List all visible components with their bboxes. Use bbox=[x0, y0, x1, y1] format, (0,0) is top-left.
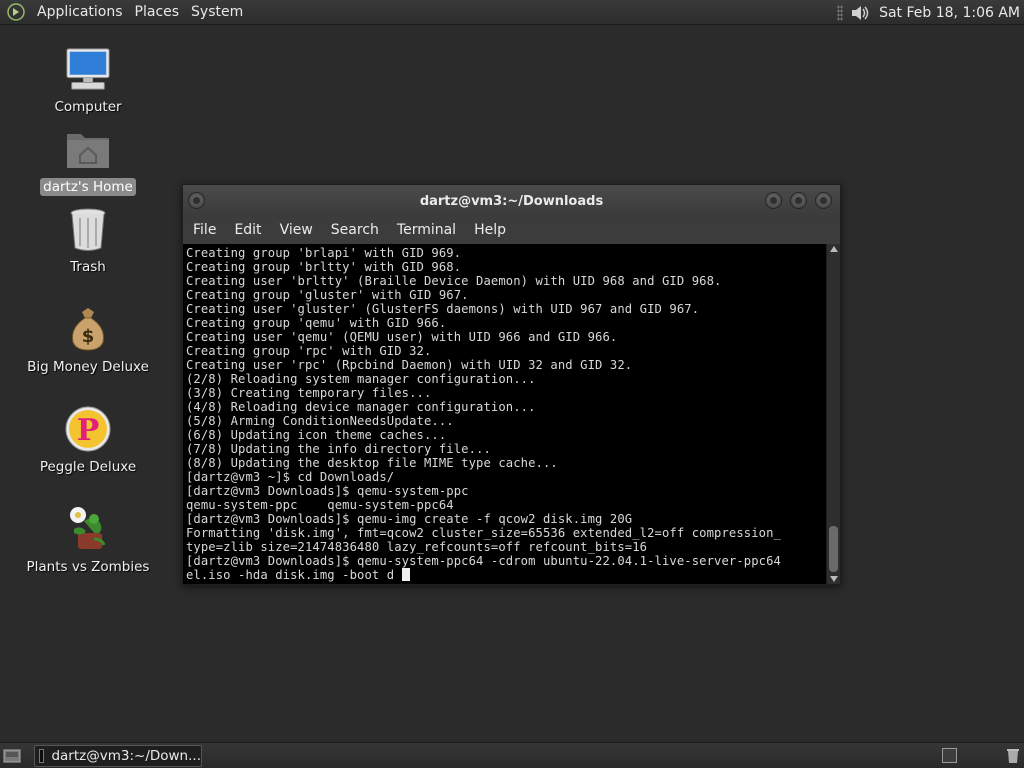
terminal-line: Creating user 'brltty' (Braille Device D… bbox=[186, 274, 722, 288]
taskbar-terminal-button[interactable]: dartz@vm3:~/Down... bbox=[34, 745, 202, 767]
bottom-panel: dartz@vm3:~/Down... bbox=[0, 742, 1024, 768]
desktop-icon-label: Big Money Deluxe bbox=[27, 359, 149, 375]
workspace-switcher[interactable] bbox=[942, 748, 957, 763]
scroll-up-arrow-icon[interactable] bbox=[830, 246, 838, 252]
terminal-line: [dartz@vm3 ~]$ cd Downloads/ bbox=[186, 470, 395, 484]
svg-text:P: P bbox=[77, 413, 100, 448]
terminal-line: (8/8) Updating the desktop file MIME typ… bbox=[186, 456, 558, 470]
terminal-line: Creating group 'gluster' with GID 967. bbox=[186, 288, 469, 302]
scrollbar-thumb[interactable] bbox=[829, 526, 838, 572]
terminal-line: [dartz@vm3 Downloads]$ qemu-img create -… bbox=[186, 512, 633, 526]
volume-icon[interactable] bbox=[849, 2, 871, 24]
clock[interactable]: Sat Feb 18, 1:06 AM bbox=[879, 5, 1020, 21]
taskbar-label: dartz@vm3:~/Down... bbox=[51, 748, 201, 764]
computer-icon bbox=[64, 45, 112, 93]
terminal-line: Creating group 'brlapi' with GID 969. bbox=[186, 246, 462, 260]
show-desktop-icon[interactable] bbox=[3, 748, 21, 763]
menu-file[interactable]: File bbox=[187, 217, 222, 244]
terminal-line: Creating user 'gluster' (GlusterFS daemo… bbox=[186, 302, 700, 316]
terminal-line: (2/8) Reloading system manager configura… bbox=[186, 372, 536, 386]
desktop-icon-big-money[interactable]: $ Big Money Deluxe bbox=[23, 305, 153, 376]
terminal-line: type=zlib size=21474836480 lazy_refcount… bbox=[186, 540, 648, 554]
window-titlebar[interactable]: dartz@vm3:~/Downloads bbox=[183, 185, 840, 217]
terminal-output[interactable]: Creating group 'brlapi' with GID 969. Cre… bbox=[183, 244, 826, 584]
terminal-line: Creating user 'qemu' (QEMU user) with UI… bbox=[186, 330, 618, 344]
places-menu[interactable]: Places bbox=[129, 0, 186, 25]
home-folder-icon bbox=[64, 125, 112, 173]
desktop-icon-label: Computer bbox=[54, 99, 122, 115]
terminal-line: [dartz@vm3 Downloads]$ qemu-system-ppc bbox=[186, 484, 469, 498]
menu-search[interactable]: Search bbox=[325, 217, 385, 244]
gnome-foot-icon[interactable] bbox=[6, 2, 26, 22]
terminal-line: (4/8) Reloading device manager configura… bbox=[186, 400, 536, 414]
terminal-line: Creating user 'rpc' (Rpcbind Daemon) wit… bbox=[186, 358, 633, 372]
menu-edit[interactable]: Edit bbox=[228, 217, 267, 244]
desktop-icon-label: dartz's Home bbox=[40, 178, 136, 196]
trash-icon bbox=[64, 205, 112, 253]
terminal-scrollbar[interactable] bbox=[826, 244, 840, 584]
terminal-line: (6/8) Updating icon theme caches... bbox=[186, 428, 447, 442]
panel-tray: Sat Feb 18, 1:06 AM bbox=[837, 0, 1020, 25]
desktop-icon-trash[interactable]: Trash bbox=[23, 205, 153, 276]
applications-menu[interactable]: Applications bbox=[31, 0, 129, 25]
menu-terminal[interactable]: Terminal bbox=[391, 217, 462, 244]
terminal-line: (5/8) Arming ConditionNeedsUpdate... bbox=[186, 414, 454, 428]
desktop-icon-home[interactable]: dartz's Home bbox=[23, 125, 153, 196]
maximize-button[interactable] bbox=[790, 192, 807, 209]
window-menu-button[interactable] bbox=[188, 192, 205, 209]
desktop-icon-label: Plants vs Zombies bbox=[26, 559, 150, 575]
top-panel: Applications Places System Sat Feb 18, 1… bbox=[0, 0, 1024, 25]
terminal-line: Creating group 'rpc' with GID 32. bbox=[186, 344, 432, 358]
terminal-line: Creating group 'brltty' with GID 968. bbox=[186, 260, 462, 274]
close-button[interactable] bbox=[815, 192, 832, 209]
terminal-line: Formatting 'disk.img', fmt=qcow2 cluster… bbox=[186, 526, 781, 540]
terminal-cursor bbox=[401, 568, 410, 581]
svg-text:$: $ bbox=[82, 326, 95, 347]
scroll-down-arrow-icon[interactable] bbox=[830, 576, 838, 582]
desktop-icon-peggle[interactable]: P Peggle Deluxe bbox=[23, 405, 153, 476]
system-menu[interactable]: System bbox=[185, 0, 249, 25]
minimize-button[interactable] bbox=[765, 192, 782, 209]
terminal-line: (7/8) Updating the info directory file..… bbox=[186, 442, 491, 456]
terminal-line: el.iso -hda disk.img -boot d bbox=[186, 568, 826, 582]
terminal-line: qemu-system-ppc qemu-system-ppc64 bbox=[186, 498, 454, 512]
menu-help[interactable]: Help bbox=[468, 217, 512, 244]
terminal-line: (3/8) Creating temporary files... bbox=[186, 386, 432, 400]
plants-vs-zombies-icon bbox=[64, 505, 112, 553]
terminal-menubar: File Edit View Search Terminal Help bbox=[183, 217, 840, 244]
terminal-line: [dartz@vm3 Downloads]$ qemu-system-ppc64… bbox=[186, 554, 781, 568]
peggle-icon: P bbox=[64, 405, 112, 453]
terminal-icon bbox=[39, 749, 45, 763]
desktop-icon-label: Trash bbox=[70, 259, 106, 275]
terminal-window[interactable]: dartz@vm3:~/Downloads File Edit View Sea… bbox=[182, 184, 841, 585]
trash-applet-icon[interactable] bbox=[1006, 747, 1020, 764]
menu-view[interactable]: View bbox=[274, 217, 319, 244]
panel-grip bbox=[837, 4, 844, 21]
desktop-icon-computer[interactable]: Computer bbox=[23, 45, 153, 116]
desktop-icon-label: Peggle Deluxe bbox=[39, 459, 137, 475]
terminal-line: Creating group 'qemu' with GID 966. bbox=[186, 316, 447, 330]
money-bag-icon: $ bbox=[64, 305, 112, 353]
desktop-icon-pvz[interactable]: Plants vs Zombies bbox=[23, 505, 153, 576]
window-title: dartz@vm3:~/Downloads bbox=[419, 193, 604, 209]
